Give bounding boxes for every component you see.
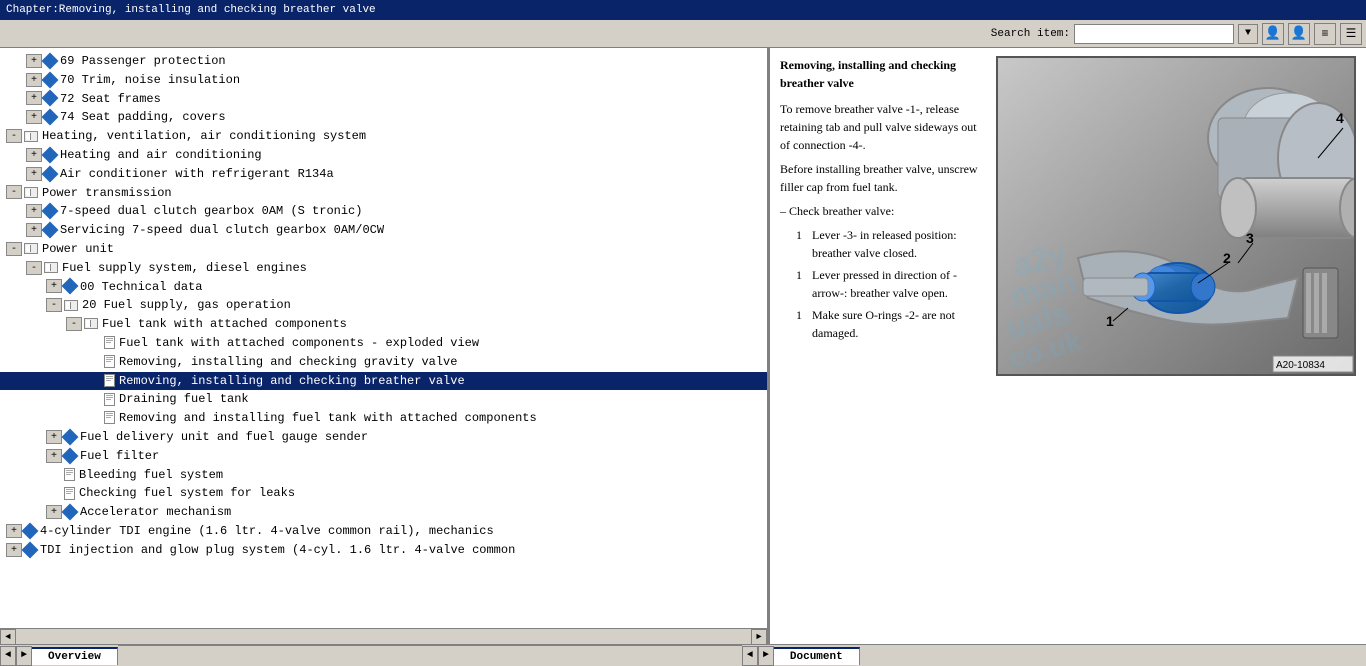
doc-image: 1 2 3 4 a2y man uals .co.uk xyxy=(996,56,1356,376)
tree-item-25[interactable]: +4-cylinder TDI engine (1.6 ltr. 4-valve… xyxy=(0,522,767,541)
tree-label-2: 72 Seat frames xyxy=(60,92,161,106)
tree-item-12[interactable]: +00 Technical data xyxy=(0,278,767,297)
tree-label-22: Bleeding fuel system xyxy=(79,468,223,482)
right-pane: Removing, installing and checking breath… xyxy=(770,48,1366,644)
doc-image-area: 1 2 3 4 a2y man uals .co.uk xyxy=(996,56,1356,636)
tree-item-21[interactable]: +Fuel filter xyxy=(0,447,767,466)
doc-item-2: 1 Lever pressed in direction of -arrow-:… xyxy=(780,266,986,302)
doc-content: Removing, installing and checking breath… xyxy=(770,48,1366,644)
tree-label-11: Fuel supply system, diesel engines xyxy=(62,261,307,275)
search-input[interactable] xyxy=(1074,24,1234,44)
tree-label-26: TDI injection and glow plug system (4-cy… xyxy=(40,543,515,557)
toolbar: Search item: ▼ 👤 👤 ≡ ☰ xyxy=(0,20,1366,48)
doc-item-1: 1 Lever -3- in released position: breath… xyxy=(780,226,986,262)
tree-item-17[interactable]: Removing, installing and checking breath… xyxy=(0,372,767,391)
tree-container[interactable]: +69 Passenger protection+70 Trim, noise … xyxy=(0,48,767,628)
tree-item-20[interactable]: +Fuel delivery unit and fuel gauge sende… xyxy=(0,428,767,447)
tree-label-24: Accelerator mechanism xyxy=(80,505,231,519)
tree-item-4[interactable]: -Heating, ventilation, air conditioning … xyxy=(0,127,767,146)
tab-overview[interactable]: Overview xyxy=(32,647,118,665)
tree-item-10[interactable]: -Power unit xyxy=(0,240,767,259)
svg-text:A20-10834: A20-10834 xyxy=(1276,360,1325,371)
user-icon-1[interactable]: 👤 xyxy=(1262,23,1284,45)
title-text: Chapter:Removing, installing and checkin… xyxy=(6,4,376,16)
tree-label-25: 4-cylinder TDI engine (1.6 ltr. 4-valve … xyxy=(40,524,494,538)
tree-item-24[interactable]: +Accelerator mechanism xyxy=(0,503,767,522)
tree-label-13: 20 Fuel supply, gas operation xyxy=(82,298,291,312)
tree-label-8: 7-speed dual clutch gearbox 0AM (S troni… xyxy=(60,204,362,218)
doc-para-2: Before installing breather valve, unscre… xyxy=(780,160,986,196)
tree-label-15: Fuel tank with attached components - exp… xyxy=(119,336,479,350)
tree-item-16[interactable]: Removing, installing and checking gravit… xyxy=(0,353,767,372)
tree-label-3: 74 Seat padding, covers xyxy=(60,110,226,124)
tab-document[interactable]: Document xyxy=(774,647,860,665)
tree-item-0[interactable]: +69 Passenger protection xyxy=(0,52,767,71)
tree-label-19: Removing and installing fuel tank with a… xyxy=(119,411,537,425)
tree-label-23: Checking fuel system for leaks xyxy=(79,486,295,500)
tree-item-23[interactable]: Checking fuel system for leaks xyxy=(0,484,767,503)
tree-item-8[interactable]: +7-speed dual clutch gearbox 0AM (S tron… xyxy=(0,202,767,221)
tree-item-13[interactable]: -20 Fuel supply, gas operation xyxy=(0,296,767,315)
title-bar: Chapter:Removing, installing and checkin… xyxy=(0,0,1366,20)
menu-icon-1[interactable]: ≡ xyxy=(1314,23,1336,45)
left-pane: +69 Passenger protection+70 Trim, noise … xyxy=(0,48,770,644)
tree-label-18: Draining fuel tank xyxy=(119,392,249,406)
tree-label-12: 00 Technical data xyxy=(80,280,202,294)
menu-icon-2[interactable]: ☰ xyxy=(1340,23,1362,45)
tree-label-4: Heating, ventilation, air conditioning s… xyxy=(42,129,366,143)
right-nav-prev[interactable]: ◄ xyxy=(742,646,758,666)
tree-item-1[interactable]: +70 Trim, noise insulation xyxy=(0,71,767,90)
tree-item-26[interactable]: +TDI injection and glow plug system (4-c… xyxy=(0,541,767,560)
doc-title: Removing, installing and checking breath… xyxy=(780,56,986,92)
mechanical-diagram: 1 2 3 4 a2y man uals .co.uk xyxy=(998,58,1356,376)
tree-item-14[interactable]: -Fuel tank with attached components xyxy=(0,315,767,334)
tree-label-9: Servicing 7-speed dual clutch gearbox 0A… xyxy=(60,223,384,237)
user-icon-2[interactable]: 👤 xyxy=(1288,23,1310,45)
tree-item-22[interactable]: Bleeding fuel system xyxy=(0,466,767,485)
tree-item-11[interactable]: -Fuel supply system, diesel engines xyxy=(0,259,767,278)
svg-text:1: 1 xyxy=(1106,313,1114,329)
tree-label-7: Power transmission xyxy=(42,186,172,200)
tree-item-15[interactable]: Fuel tank with attached components - exp… xyxy=(0,334,767,353)
search-label: Search item: xyxy=(991,28,1070,40)
tree-label-6: Air conditioner with refrigerant R134a xyxy=(60,167,334,181)
tree-item-6[interactable]: +Air conditioner with refrigerant R134a xyxy=(0,165,767,184)
tree-item-9[interactable]: +Servicing 7-speed dual clutch gearbox 0… xyxy=(0,221,767,240)
tree-label-10: Power unit xyxy=(42,242,114,256)
tree-item-7[interactable]: -Power transmission xyxy=(0,184,767,203)
tree-label-21: Fuel filter xyxy=(80,449,159,463)
search-dropdown[interactable]: ▼ xyxy=(1238,24,1258,44)
tree-label-0: 69 Passenger protection xyxy=(60,54,226,68)
left-nav-prev[interactable]: ◄ xyxy=(0,646,16,666)
tree-label-5: Heating and air conditioning xyxy=(60,148,262,162)
left-status: ◄ ► Overview xyxy=(0,645,118,666)
tree-item-2[interactable]: +72 Seat frames xyxy=(0,90,767,109)
tree-item-18[interactable]: Draining fuel tank xyxy=(0,390,767,409)
tree-label-14: Fuel tank with attached components xyxy=(102,317,347,331)
tree-item-5[interactable]: +Heating and air conditioning xyxy=(0,146,767,165)
doc-item-3: 1 Make sure O-rings -2- are not damaged. xyxy=(780,306,986,342)
right-nav-next[interactable]: ► xyxy=(758,646,774,666)
tree-item-19[interactable]: Removing and installing fuel tank with a… xyxy=(0,409,767,428)
status-bar: ◄ ► Overview ◄ ► Document xyxy=(0,644,1366,666)
doc-para-1: To remove breather valve -1-, release re… xyxy=(780,100,986,154)
right-status: ◄ ► Document xyxy=(742,645,1366,666)
hscroll-left[interactable]: ◄ xyxy=(0,629,16,645)
main-container: +69 Passenger protection+70 Trim, noise … xyxy=(0,48,1366,644)
tree-label-16: Removing, installing and checking gravit… xyxy=(119,355,457,369)
tree-label-20: Fuel delivery unit and fuel gauge sender xyxy=(80,430,368,444)
left-nav-next[interactable]: ► xyxy=(16,646,32,666)
tree-label-17: Removing, installing and checking breath… xyxy=(119,374,465,388)
doc-bullet-1: – Check breather valve: xyxy=(780,202,986,220)
tree-item-3[interactable]: +74 Seat padding, covers xyxy=(0,108,767,127)
hscroll-right[interactable]: ► xyxy=(751,629,767,645)
doc-text: Removing, installing and checking breath… xyxy=(780,56,986,636)
svg-text:4: 4 xyxy=(1336,110,1344,126)
tree-label-1: 70 Trim, noise insulation xyxy=(60,73,240,87)
